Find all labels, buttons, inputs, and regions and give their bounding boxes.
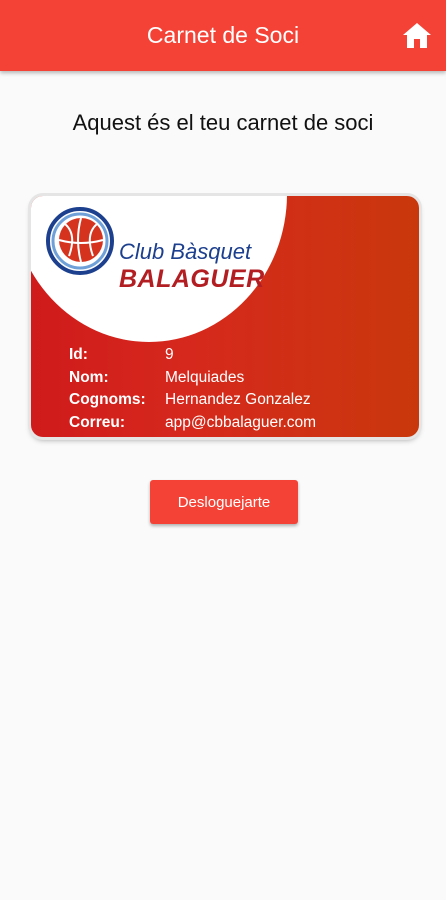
field-label: Id: xyxy=(69,346,88,363)
field-value: Hernandez Gonzalez xyxy=(165,391,311,408)
app-bar: Carnet de Soci xyxy=(0,0,446,71)
club-city: BALAGUER xyxy=(119,265,265,293)
field-label: Nom: xyxy=(69,368,109,386)
home-icon xyxy=(403,23,431,48)
field-row-nom: Nom: Melquiades xyxy=(69,367,316,390)
field-label: Correu: xyxy=(69,413,125,431)
club-name: Club Bàsquet xyxy=(119,239,252,264)
home-button[interactable] xyxy=(400,18,434,52)
field-value: app@cbbalaguer.com xyxy=(165,413,317,431)
logout-button[interactable]: Desloguejarte xyxy=(150,480,298,524)
member-info: Id: 9 Nom: Melquiades Cognoms: Hernandez… xyxy=(69,344,316,434)
field-label: Cognoms: xyxy=(69,391,146,408)
member-card: Club Bàsquet BALAGUER Id: 9 Nom: Melquia… xyxy=(31,196,419,437)
app-bar-title: Carnet de Soci xyxy=(146,22,300,48)
field-value: Melquiades xyxy=(165,368,245,386)
field-row-cognoms: Cognoms: Hernandez Gonzalez xyxy=(69,389,316,412)
basketball-icon xyxy=(46,207,114,275)
field-row-correu: Correu: app@cbbalaguer.com xyxy=(69,412,316,435)
field-value: 9 xyxy=(165,346,174,363)
field-row-id: Id: 9 xyxy=(69,344,316,367)
page-heading: Aquest és el teu carnet de soci xyxy=(72,110,374,135)
